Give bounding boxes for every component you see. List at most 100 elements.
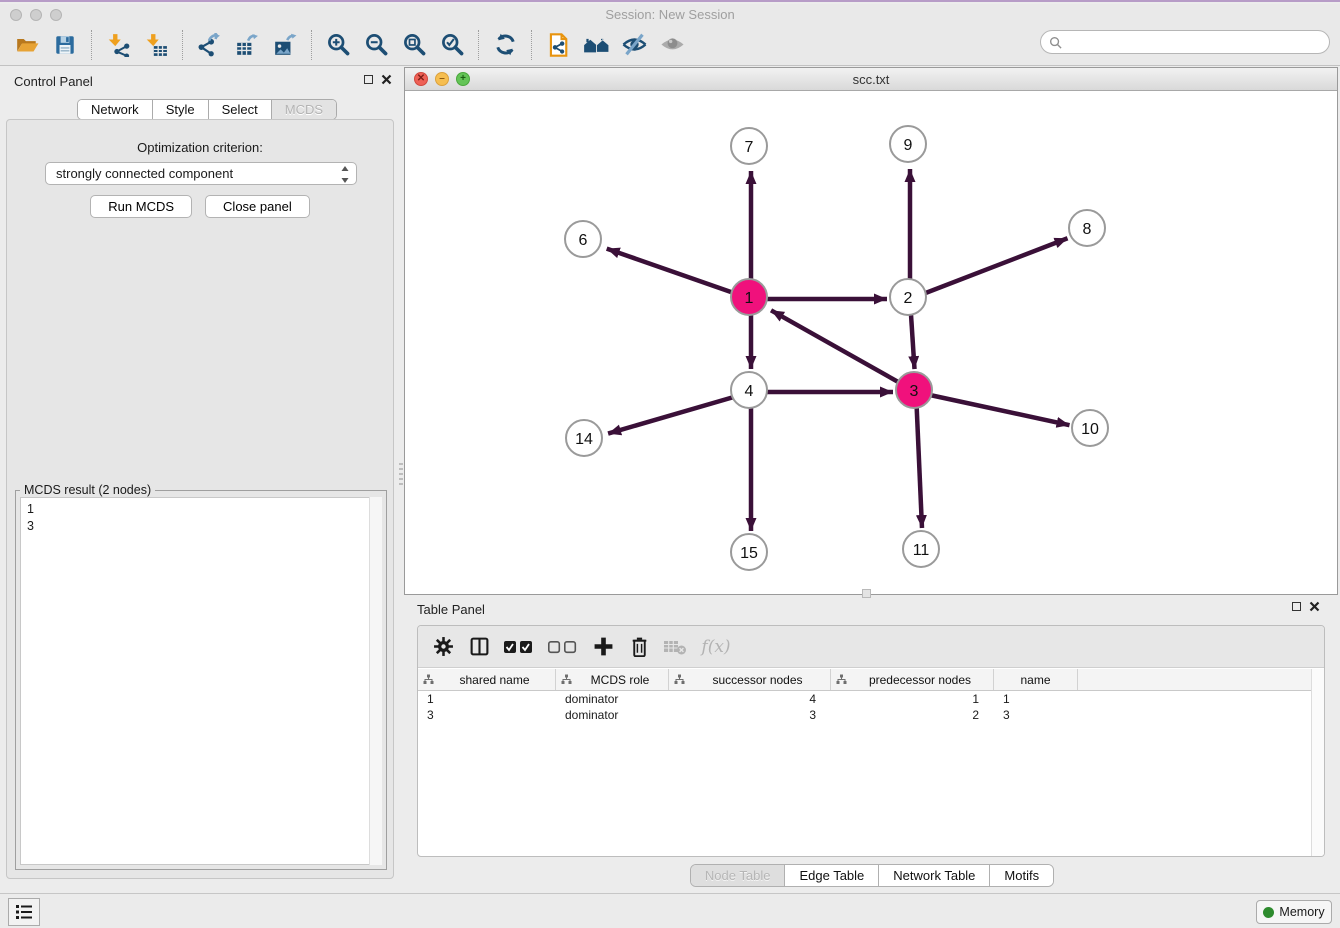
table-tabs: Node Table Edge Table Network Table Moti… [690,864,1054,887]
column-header-shared-name[interactable]: shared name [418,669,556,690]
graph-node[interactable]: 10 [1071,409,1109,447]
table-rows: 1dominator4113dominator323 [418,692,1313,724]
graph-node[interactable]: 2 [889,278,927,316]
create-column-button[interactable] [588,632,618,662]
show-graphics-details-button [653,27,691,63]
select-all-columns-button[interactable] [500,632,538,662]
export-image-button[interactable] [266,27,304,63]
gear-icon [433,636,454,657]
export-network-icon [197,33,221,57]
zoom-selected-button[interactable] [433,27,471,63]
import-network-icon [106,33,130,57]
table-cell[interactable]: 2 [831,708,994,724]
mcds-panel: Optimization criterion: strongly connect… [6,119,394,879]
column-header-name[interactable]: name [994,669,1078,690]
table-panel: Table Panel [404,597,1340,890]
graph-node[interactable]: 11 [902,530,940,568]
run-mcds-button[interactable]: Run MCDS [90,195,192,218]
home-button[interactable] [577,27,615,63]
hide-graphics-details-button[interactable] [615,27,653,63]
column-header-mcds-role[interactable]: MCDS role [556,669,669,690]
delete-table-icon [663,638,687,656]
criterion-select[interactable]: strongly connected component [45,162,357,185]
export-table-button[interactable] [228,27,266,63]
hierarchy-icon [423,674,434,685]
export-network-button[interactable] [190,27,228,63]
network-canvas[interactable]: 7 9 6 8 1 2 4 3 14 10 15 11 [405,91,1337,594]
graph-node[interactable]: 1 [730,278,768,316]
delete-button[interactable] [624,632,654,662]
table-cell[interactable]: 3 [669,708,831,724]
network-window-titlebar[interactable]: ✕ – + scc.txt [405,68,1337,91]
tab-network[interactable]: Network [78,100,153,119]
search-field[interactable] [1040,30,1330,54]
table-cell[interactable]: 3 [994,708,1078,724]
refresh-layout-button[interactable] [486,27,524,63]
table-cell[interactable]: dominator [556,708,669,724]
deselect-all-columns-button[interactable] [544,632,582,662]
toolbar-separator [91,30,92,60]
graph-node[interactable]: 14 [565,419,603,457]
mcds-result-text[interactable]: 1 3 [20,497,382,865]
graph-node[interactable]: 6 [564,220,602,258]
add-column-icon [593,636,614,657]
tab-mcds[interactable]: MCDS [272,100,336,119]
search-input[interactable] [1067,33,1329,51]
table-cell[interactable]: dominator [556,692,669,708]
zoom-in-button[interactable] [319,27,357,63]
table-panel-close-button[interactable] [1309,601,1320,612]
open-session-button[interactable] [8,27,46,63]
zoom-selected-icon [440,32,465,57]
delete-table-button [660,632,690,662]
column-header-predecessor-nodes[interactable]: predecessor nodes [831,669,994,690]
table-cell[interactable]: 1 [418,692,556,708]
network-view-window: ✕ – + scc.txt 7 9 6 8 1 2 4 3 14 10 15 11 [404,67,1338,595]
graph-node[interactable]: 4 [730,371,768,409]
column-header-successor-nodes[interactable]: successor nodes [669,669,831,690]
clone-network-button[interactable] [539,27,577,63]
graph-node[interactable]: 15 [730,533,768,571]
table-cell[interactable]: 4 [669,692,831,708]
save-session-button[interactable] [46,27,84,63]
close-panel-button[interactable]: Close panel [205,195,310,218]
table-scrollbar[interactable] [1311,669,1324,856]
import-table-button[interactable] [137,27,175,63]
graph-node[interactable]: 7 [730,127,768,165]
control-panel-float-button[interactable] [364,75,373,84]
memory-button[interactable]: Memory [1256,900,1332,924]
tab-motifs[interactable]: Motifs [990,865,1053,886]
split-view-button[interactable] [464,632,494,662]
zoom-out-button[interactable] [357,27,395,63]
table-cell[interactable]: 3 [418,708,556,724]
table-panel-float-button[interactable] [1292,602,1301,611]
mcds-result-group: MCDS result (2 nodes) 1 3 [15,490,387,870]
graph-node[interactable]: 3 [895,371,933,409]
tab-network-table[interactable]: Network Table [879,865,990,886]
vertical-splitter-grip[interactable] [399,463,403,485]
table-toolbar: f(x) [418,626,1324,668]
tab-select[interactable]: Select [209,100,272,119]
result-scrollbar[interactable] [369,497,382,865]
control-panel-header: Control Panel [0,72,400,94]
export-image-icon [273,33,297,57]
zoom-in-icon [326,32,351,57]
task-history-button[interactable] [8,898,40,926]
hide-graphics-details-icon [621,31,648,58]
table-row: 3dominator323 [418,708,1313,724]
node-table-container: f(x) shared name MCDS role successor nod… [417,625,1325,857]
deselect-all-icon [547,639,579,655]
graph-node[interactable]: 8 [1068,209,1106,247]
tab-edge-table[interactable]: Edge Table [785,865,879,886]
control-panel-close-button[interactable] [381,74,392,85]
graph-node[interactable]: 9 [889,125,927,163]
zoom-fit-icon [402,32,427,57]
table-cell[interactable]: 1 [994,692,1078,708]
tab-node-table[interactable]: Node Table [691,865,786,886]
import-network-button[interactable] [99,27,137,63]
gear-button[interactable] [428,632,458,662]
function-builder-button: f(x) [696,632,736,662]
zoom-fit-button[interactable] [395,27,433,63]
table-cell[interactable]: 1 [831,692,994,708]
memory-label: Memory [1279,905,1324,919]
tab-style[interactable]: Style [153,100,209,119]
